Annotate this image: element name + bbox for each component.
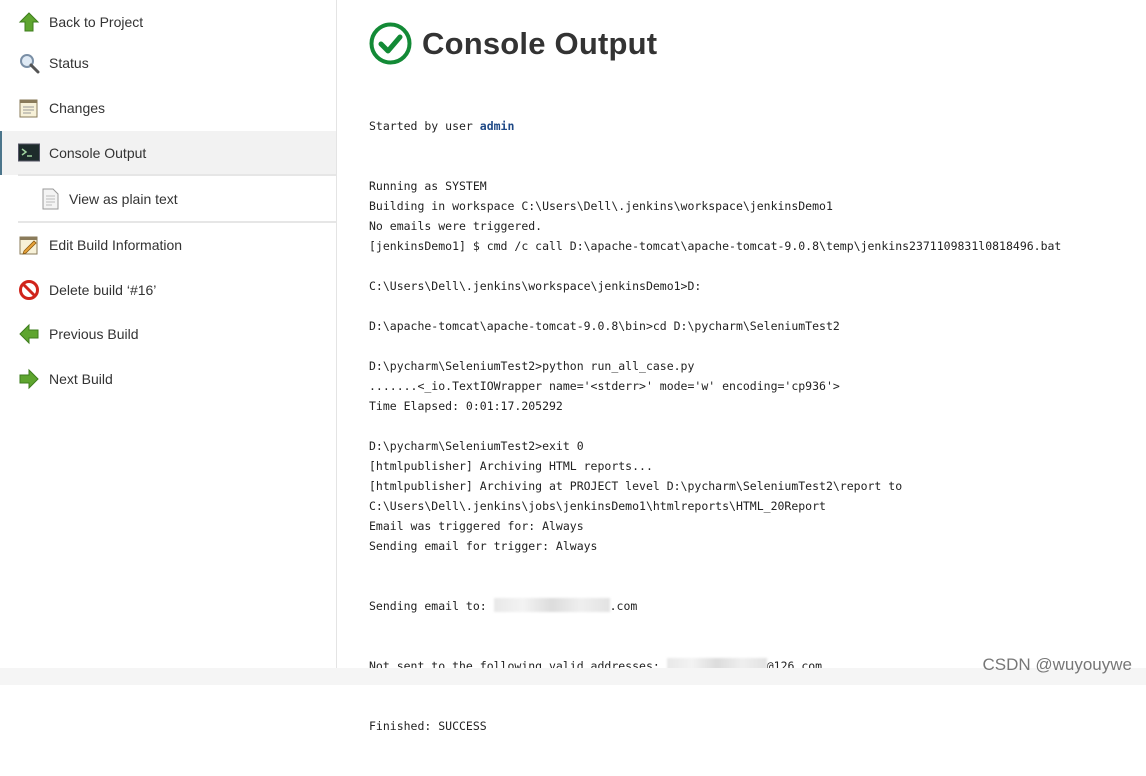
sidebar-item-back-to-project[interactable]: Back to Project [0,0,336,44]
sidebar-item-changes[interactable]: Changes [0,86,336,130]
sidebar-item-label: Previous Build [49,326,139,342]
sidebar-item-edit-build-information[interactable]: Edit Build Information [0,223,336,267]
sidebar-item-label: Status [49,55,89,71]
terminal-icon [17,141,41,165]
divider [18,174,336,176]
sidebar-item-label: Next Build [49,371,113,387]
console-line: C:\Users\Dell\.jenkins\jobs\jenkinsDemo1… [369,499,826,513]
sidebar-item-view-as-plain-text[interactable]: View as plain text [0,177,336,221]
page-header: Console Output [369,22,657,65]
sidebar-item-label: Edit Build Information [49,237,183,253]
console-line: Email was triggered for: Always [369,519,584,533]
console-line: D:\pycharm\SeleniumTest2>python run_all_… [369,359,695,373]
console-line-finished: Finished: SUCCESS [369,719,487,733]
console-text: Sending email to: [369,599,494,613]
edit-notepad-icon [17,233,41,257]
magnifier-icon [17,51,41,75]
sidebar-item-status[interactable]: Status [0,41,336,85]
console-line: [htmlpublisher] Archiving at PROJECT lev… [369,479,903,493]
console-lines: Running as SYSTEM Building in workspace C… [369,176,1129,556]
no-entry-icon [17,278,41,302]
console-text: Started by user [369,119,480,133]
footer-bar [0,668,1146,685]
sidebar-item-previous-build[interactable]: Previous Build [0,312,336,356]
sidebar-item-label: Changes [49,100,106,116]
console-line-sending: Sending email to: .com [369,596,1129,616]
console-line: Running as SYSTEM [369,179,487,193]
left-arrow-icon [17,322,41,346]
console-line-started: Started by user admin [369,116,1129,136]
sidebar-item-label: Back to Project [49,14,144,30]
document-icon [38,187,62,211]
sidebar-item-label: Console Output [49,145,147,161]
console-line: C:\Users\Dell\.jenkins\workspace\jenkins… [369,279,702,293]
console-line: .......<_io.TextIOWrapper name='<stderr>… [369,379,840,393]
console-line: Building in workspace C:\Users\Dell\.jen… [369,199,833,213]
console-line: Time Elapsed: 0:01:17.205292 [369,399,563,413]
right-arrow-icon [17,367,41,391]
console-line: [jenkinsDemo1] $ cmd /c call D:\apache-t… [369,239,1062,253]
notepad-icon [17,96,41,120]
user-link[interactable]: admin [480,119,515,133]
console-text: .com [609,599,638,613]
success-check-icon [369,22,412,65]
console-line: No emails were triggered. [369,219,543,233]
sidebar-item-console-output[interactable]: Console Output [0,131,336,175]
sidebar-item-label: View as plain text [69,191,178,207]
up-arrow-icon [17,10,41,34]
sidebar: Back to Project Status Changes Console O… [0,0,337,668]
console-line: D:\apache-tomcat\apache-tomcat-9.0.8\bin… [369,319,840,333]
console-line: D:\pycharm\SeleniumTest2>exit 0 [369,439,584,453]
console-line: [htmlpublisher] Archiving HTML reports..… [369,459,653,473]
watermark: CSDN @wuyouywe [982,655,1132,674]
page-title: Console Output [422,25,658,61]
console-line: Sending email for trigger: Always [369,539,598,553]
sidebar-item-next-build[interactable]: Next Build [0,357,336,401]
sidebar-item-label: Delete build ‘#16’ [49,282,157,298]
redacted-email [493,598,610,612]
sidebar-item-delete-build[interactable]: Delete build ‘#16’ [0,268,336,312]
